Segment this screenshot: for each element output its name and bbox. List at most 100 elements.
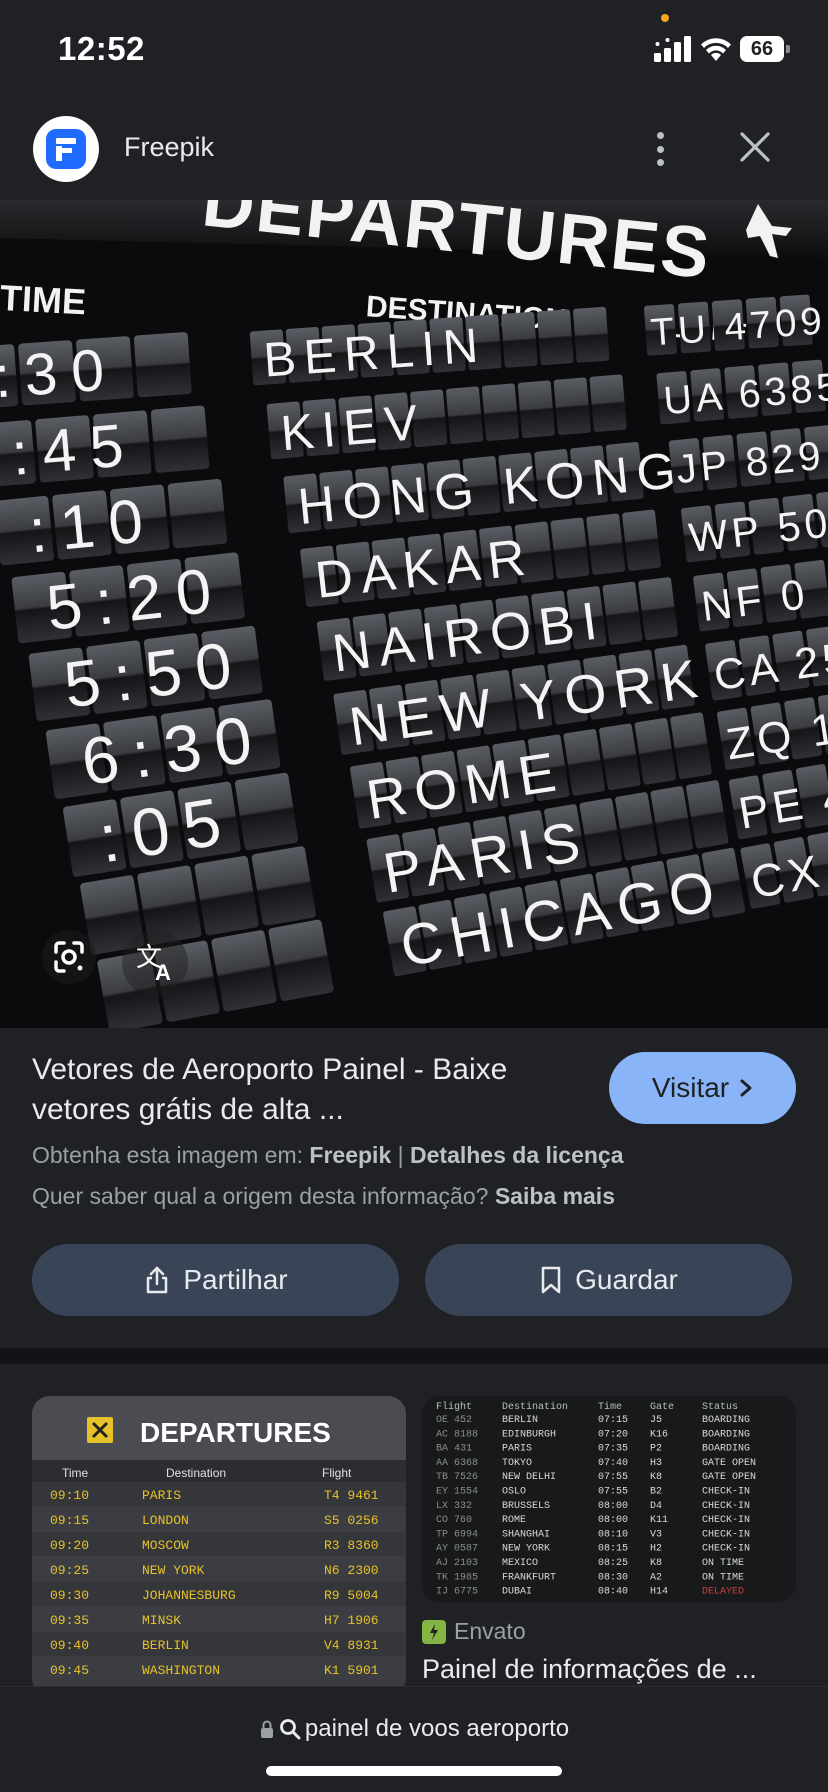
translate-button[interactable]: 文 A xyxy=(122,930,188,996)
source-prefix: Obtenha esta imagem em: xyxy=(32,1142,304,1168)
url-bar[interactable]: painel de voos aeroporto xyxy=(0,1686,828,1792)
thumb1-row-flight: H7 1906 xyxy=(324,1613,379,1628)
thumb2-cell: TP 6994 xyxy=(436,1529,478,1540)
wifi-icon xyxy=(701,38,731,61)
thumb1-row-time: 09:20 xyxy=(50,1538,89,1553)
thumb2-cell: ON TIME xyxy=(702,1572,744,1583)
thumb2-cell: BRUSSELS xyxy=(502,1501,550,1512)
thumb2-cell: CHECK-IN xyxy=(702,1515,750,1526)
lens-button[interactable] xyxy=(42,930,96,984)
thumb2-cell: EY 1554 xyxy=(436,1487,478,1498)
thumb1-row-destination: PARIS xyxy=(142,1488,181,1503)
thumb2-cell: IJ 6775 xyxy=(436,1587,478,1598)
thumb2-cell: OSLO xyxy=(502,1487,526,1498)
thumb1-col-destination: Destination xyxy=(166,1466,226,1480)
thumb1-board: DEPARTURES Time Destination Flight 09:10… xyxy=(32,1396,406,1686)
thumb2-cell: 08:00 xyxy=(598,1515,628,1526)
thumb1-row-flight: R9 5004 xyxy=(324,1588,379,1603)
thumb2-cell: ROME xyxy=(502,1515,526,1526)
thumb1-row-flight: S5 0256 xyxy=(324,1513,379,1528)
thumb2-cell: BA 431 xyxy=(436,1444,472,1455)
thumb2-cell: 08:00 xyxy=(598,1501,628,1512)
thumb1-row-destination: BERLIN xyxy=(142,1638,189,1653)
related-thumbnail-1[interactable]: DEPARTURES Time Destination Flight 09:10… xyxy=(32,1396,406,1686)
thumb2-cell: TB 7526 xyxy=(436,1472,478,1483)
thumb2-cell: GATE OPEN xyxy=(702,1472,756,1483)
share-button[interactable]: Partilhar xyxy=(32,1244,399,1316)
thumb2-cell: CHECK-IN xyxy=(702,1501,750,1512)
thumb2-cell: TOKYO xyxy=(502,1458,532,1469)
thumb1-row-flight: N6 2300 xyxy=(324,1563,379,1578)
learn-more-link[interactable]: Saiba mais xyxy=(495,1183,615,1209)
thumb2-cell: 08:25 xyxy=(598,1558,628,1569)
column-time: TIME xyxy=(0,277,87,322)
section-divider xyxy=(0,1348,828,1364)
thumb2-col: Time xyxy=(598,1401,622,1413)
thumb2-cell: 07:40 xyxy=(598,1458,628,1469)
result-title[interactable]: Vetores de Aeroporto Painel - Baixe veto… xyxy=(32,1050,592,1130)
thumb2-col: Destination xyxy=(502,1401,568,1413)
related-source-name: Envato xyxy=(454,1618,526,1644)
thumb2-cell: BERLIN xyxy=(502,1415,538,1426)
thumb1-row-destination: MOSCOW xyxy=(142,1538,189,1553)
thumb2-cell: DUBAI xyxy=(502,1587,532,1598)
thumb2-cell: 07:55 xyxy=(598,1487,628,1498)
thumb1-col-flight: Flight xyxy=(322,1466,352,1480)
thumb2-cell: 08:40 xyxy=(598,1587,628,1598)
bookmark-icon xyxy=(541,1266,561,1294)
row-time: :45 xyxy=(9,410,140,488)
thumb2-cell: ON TIME xyxy=(702,1558,744,1569)
thumb1-row-destination: JOHANNESBURG xyxy=(142,1588,236,1603)
thumb2-cell: K8 xyxy=(650,1558,662,1569)
license-link[interactable]: Detalhes da licença xyxy=(410,1142,624,1168)
result-info: Vetores de Aeroporto Painel - Baixe veto… xyxy=(0,1028,828,1348)
thumb2-cell: 07:15 xyxy=(598,1415,628,1426)
thumb2-cell: AC 8188 xyxy=(436,1429,478,1440)
thumb1-row-flight: T4 9461 xyxy=(324,1488,379,1503)
thumb2-cell: BOARDING xyxy=(702,1444,750,1455)
thumb2-cell: NEW DELHI xyxy=(502,1472,556,1483)
thumb2-cell: V3 xyxy=(650,1529,662,1540)
thumb2-cell: 08:10 xyxy=(598,1529,628,1540)
thumb2-cell: CHECK-IN xyxy=(702,1529,750,1540)
visit-button[interactable]: Visitar xyxy=(609,1052,796,1124)
thumb2-cell: BOARDING xyxy=(702,1415,750,1426)
translate-icon: 文 A xyxy=(136,943,171,985)
thumb1-row-flight: R3 8360 xyxy=(324,1538,379,1553)
save-button[interactable]: Guardar xyxy=(425,1244,792,1316)
thumb2-cell: CHECK-IN xyxy=(702,1487,750,1498)
thumb2-cell: H14 xyxy=(650,1587,668,1598)
close-icon[interactable] xyxy=(738,130,772,164)
thumb1-row-time: 09:45 xyxy=(50,1663,89,1678)
battery-icon: 66 xyxy=(740,36,790,62)
origin-question: Quer saber qual a origem desta informaçã… xyxy=(32,1183,489,1209)
related-title[interactable]: Painel de informações de ... xyxy=(422,1654,802,1685)
envato-icon xyxy=(422,1619,446,1644)
related-source: Envato xyxy=(422,1618,526,1645)
source-link[interactable]: Freepik xyxy=(309,1142,391,1168)
thumb2-cell: H3 xyxy=(650,1458,662,1469)
thumb2-cell: 07:20 xyxy=(598,1429,628,1440)
thumb2-cell: J5 xyxy=(650,1415,662,1426)
thumb1-row-destination: NEW YORK xyxy=(142,1563,205,1578)
freepik-logo[interactable] xyxy=(33,116,99,182)
site-name[interactable]: Freepik xyxy=(124,132,214,163)
share-label: Partilhar xyxy=(183,1264,288,1295)
thumb2-cell: DELAYED xyxy=(702,1587,744,1598)
more-vert-icon[interactable] xyxy=(646,126,674,172)
svg-text:A: A xyxy=(155,960,171,985)
related-thumbnail-2[interactable]: Flight Destination Time Gate Status OE 452 BE… xyxy=(422,1396,796,1602)
departures-board-image: DEPARTURES TIME DESTINATION FLIGHT :30BE… xyxy=(0,200,828,1028)
save-label: Guardar xyxy=(575,1264,678,1295)
thumb1-row-destination: MINSK xyxy=(142,1613,181,1628)
thumb2-cell: PARIS xyxy=(502,1444,532,1455)
thumb2-cell: MEXICO xyxy=(502,1558,538,1569)
thumb2-cell: CHECK-IN xyxy=(702,1544,750,1555)
status-bar: 12:52 66 xyxy=(0,0,828,100)
origin-line: Quer saber qual a origem desta informaçã… xyxy=(32,1183,615,1210)
main-image[interactable]: DEPARTURES TIME DESTINATION FLIGHT :30BE… xyxy=(0,200,828,1028)
viewer-header: Freepik xyxy=(0,100,828,200)
thumb2-cell: AJ 2103 xyxy=(436,1558,478,1569)
thumb2-cell: GATE OPEN xyxy=(702,1458,756,1469)
thumb1-row-time: 09:10 xyxy=(50,1488,89,1503)
